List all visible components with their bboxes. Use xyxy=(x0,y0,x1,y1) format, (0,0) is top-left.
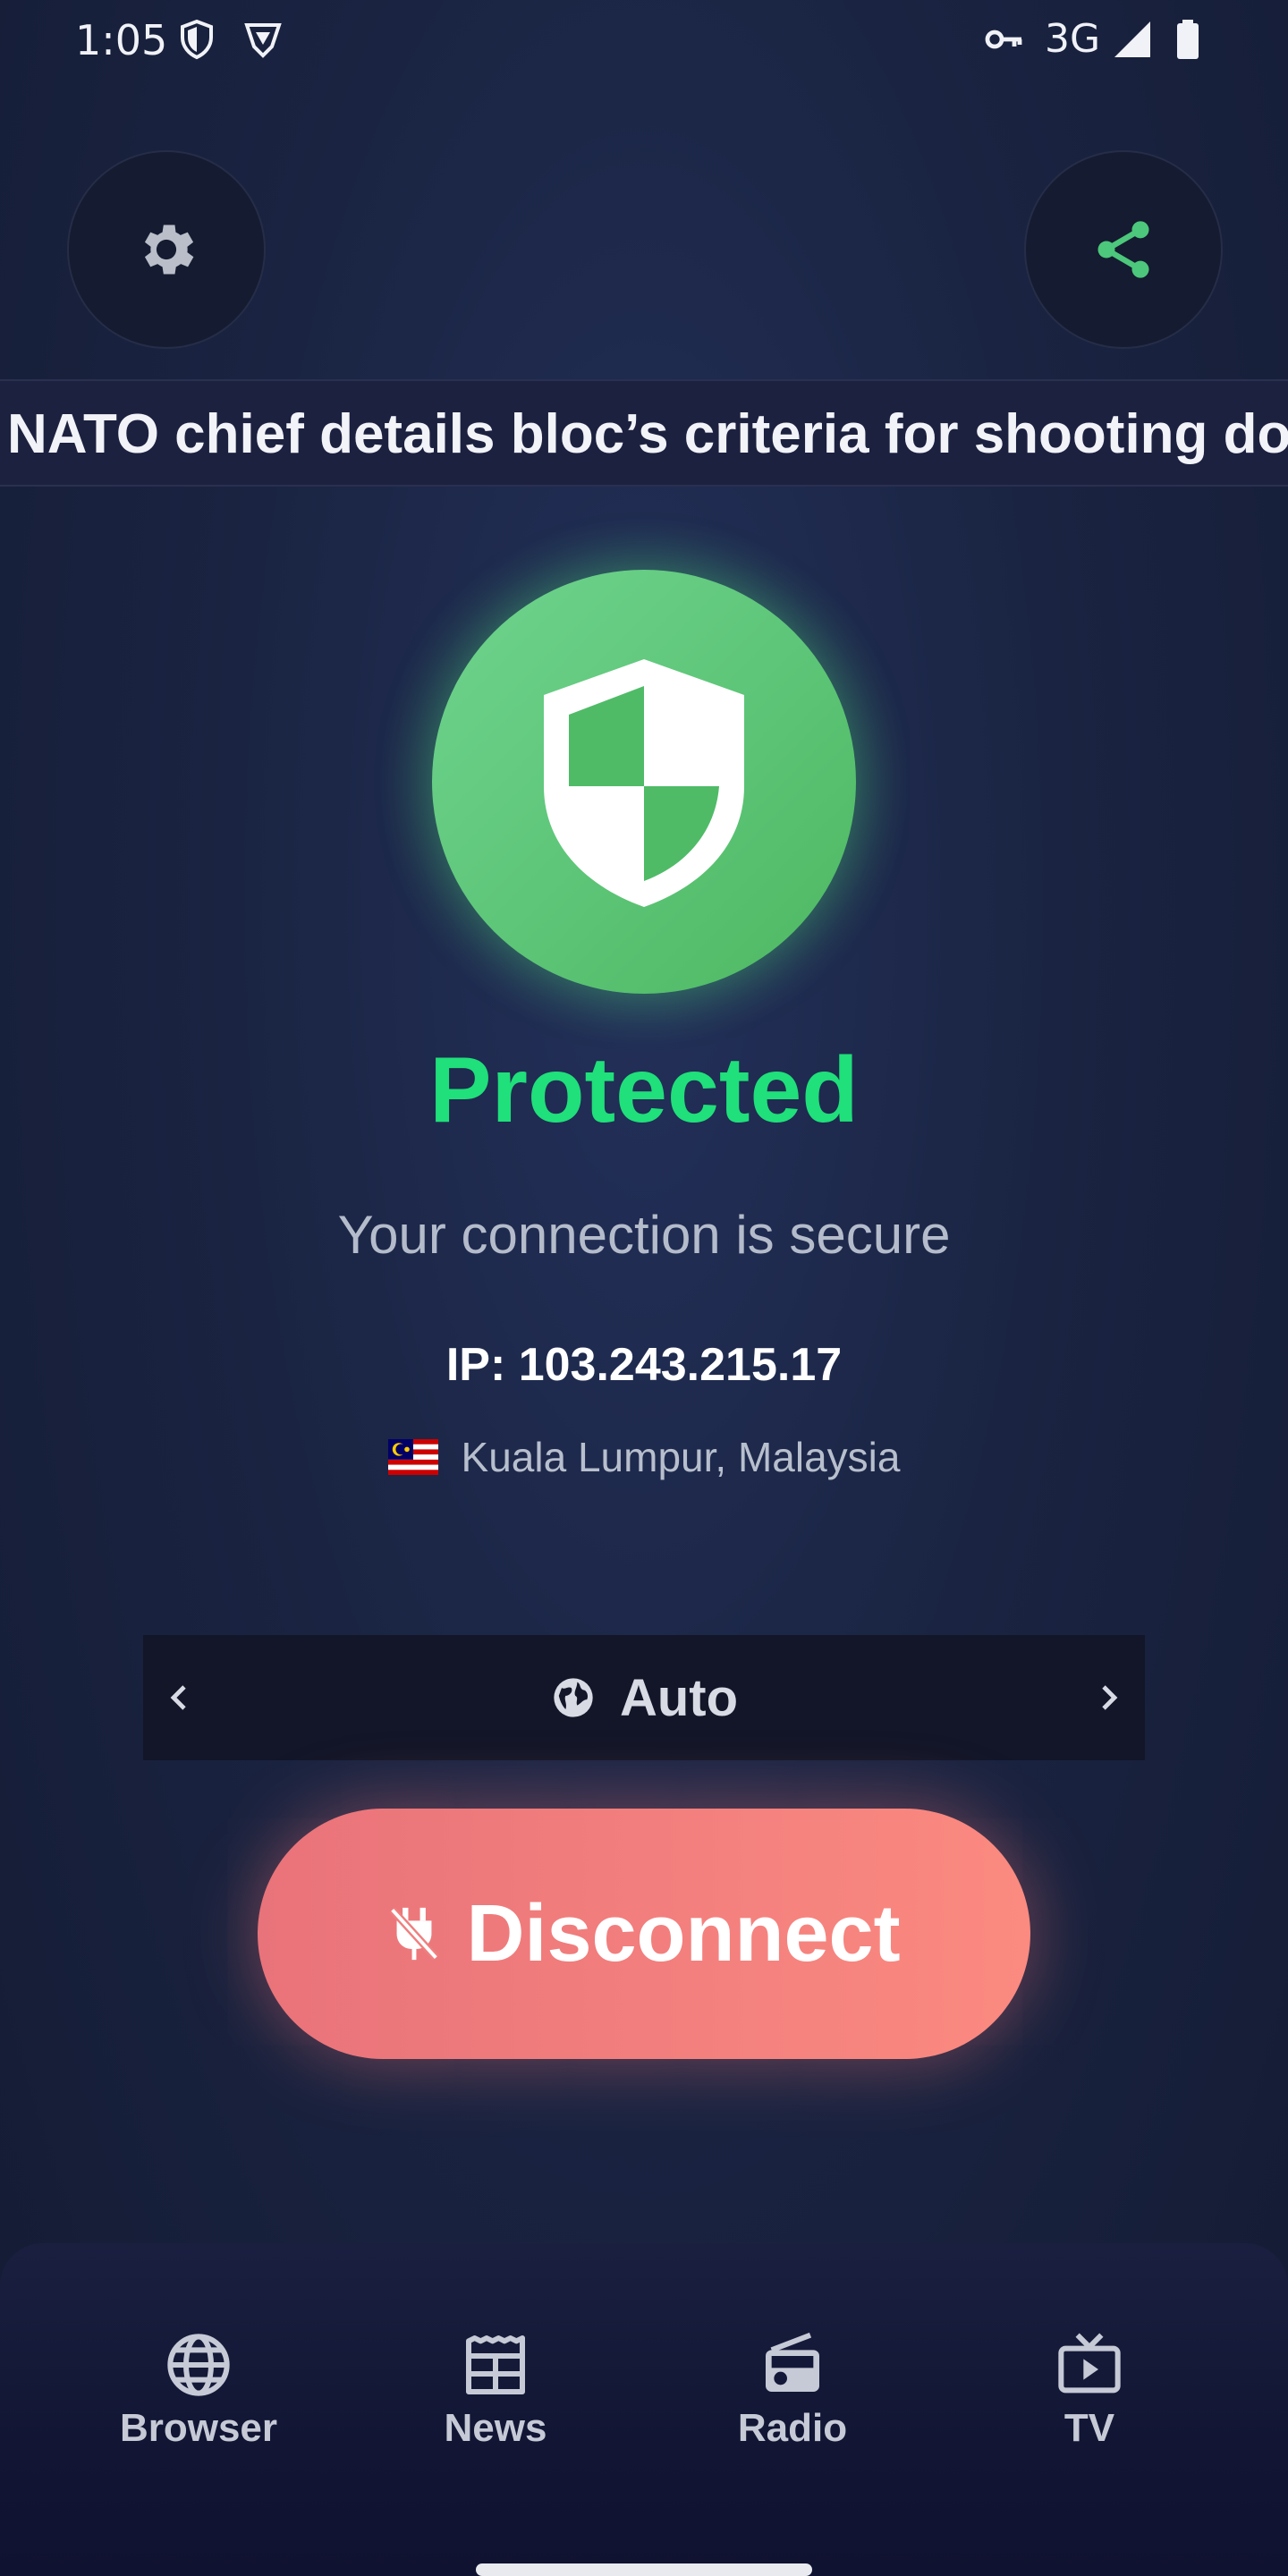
nav-label: Radio xyxy=(737,2406,848,2450)
globe-icon xyxy=(167,2334,230,2396)
news-ticker[interactable]: NATO chief details bloc’s criteria for s… xyxy=(0,379,1288,487)
disconnect-button[interactable]: Disconnect xyxy=(258,1809,1030,2059)
ip-address: IP: 103.243.215.17 xyxy=(445,1339,843,1391)
disconnect-label: Disconnect xyxy=(466,1888,901,1979)
nav-label: Browser xyxy=(119,2406,278,2450)
connection-subtitle: Your connection is secure xyxy=(337,1205,951,1265)
nav-radio[interactable]: Radio xyxy=(676,2329,909,2472)
shield-outline-icon xyxy=(181,19,213,60)
brave-icon xyxy=(244,23,282,58)
plug-off-icon xyxy=(389,1907,439,1961)
gear-icon xyxy=(144,225,194,275)
server-selector-value[interactable]: Auto xyxy=(143,1635,1145,1760)
status-bar: 1:05 3G xyxy=(0,0,1288,80)
shield-icon xyxy=(544,659,744,907)
server-selector[interactable]: Auto xyxy=(143,1635,1145,1760)
nav-tv[interactable]: TV xyxy=(973,2329,1206,2472)
radio-icon xyxy=(766,2332,819,2392)
home-indicator[interactable] xyxy=(476,2563,812,2576)
bottom-nav: Browser News Radio TV xyxy=(0,2243,1288,2576)
protection-status-indicator xyxy=(432,570,856,994)
connection-status: Protected xyxy=(429,1038,859,1142)
globe-icon xyxy=(554,1678,593,1717)
nav-news[interactable]: News xyxy=(379,2329,612,2472)
nav-label: News xyxy=(444,2406,547,2450)
battery-icon xyxy=(1177,20,1199,59)
malaysia-flag-icon xyxy=(387,1439,438,1475)
status-time: 1:05 xyxy=(75,16,168,64)
signal-icon xyxy=(1114,21,1150,57)
nav-label: TV xyxy=(1063,2406,1115,2450)
chevron-right-icon[interactable] xyxy=(1088,1676,1131,1719)
settings-button[interactable] xyxy=(67,150,266,349)
tv-icon xyxy=(1058,2333,1121,2394)
server-location: Kuala Lumpur, Malaysia xyxy=(0,1433,1288,1481)
server-selector-label: Auto xyxy=(619,1668,739,1727)
share-icon xyxy=(1097,221,1149,278)
newspaper-icon xyxy=(466,2335,525,2394)
nav-browser[interactable]: Browser xyxy=(82,2329,315,2472)
location-label: Kuala Lumpur, Malaysia xyxy=(461,1434,901,1480)
ticker-headline[interactable]: NATO chief details bloc’s criteria for s… xyxy=(7,402,1288,466)
vpn-key-icon xyxy=(985,30,1022,49)
share-button[interactable] xyxy=(1024,150,1223,349)
network-type: 3G xyxy=(1045,16,1101,62)
